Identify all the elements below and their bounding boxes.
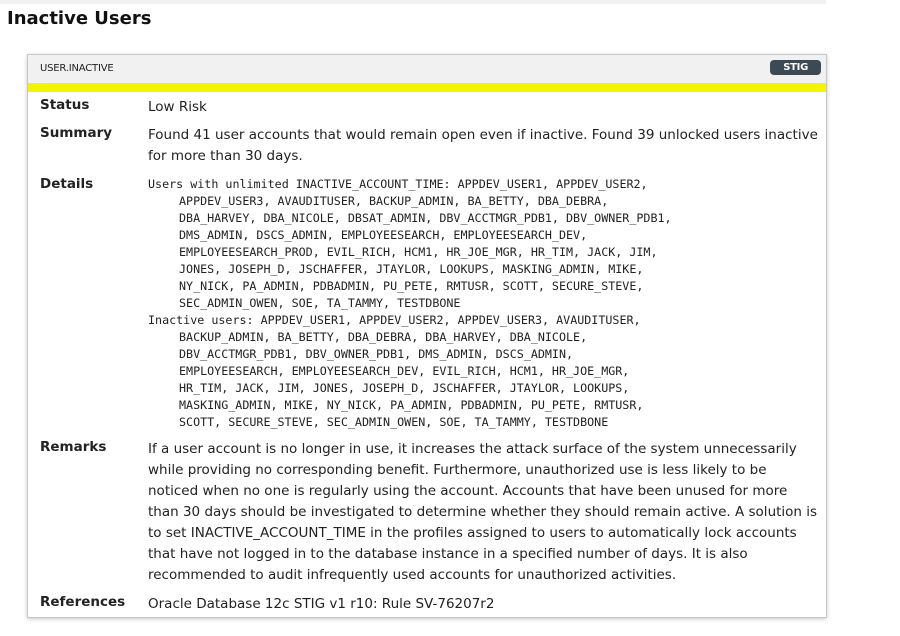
details-line: BACKUP_ADMIN, BA_BETTY, DBA_DEBRA, DBA_H… (179, 330, 588, 344)
status-value: Low Risk (148, 99, 207, 115)
summary-value: Found 41 user accounts that would remain… (148, 127, 818, 164)
finding-id: USER.INACTIVE (40, 63, 114, 74)
details-line: Inactive users: APPDEV_USER1, APPDEV_USE… (148, 313, 641, 327)
remarks-label: Remarks (40, 439, 107, 455)
details-line: DMS_ADMIN, DSCS_ADMIN, EMPLOYEESEARCH, E… (179, 228, 588, 242)
details-line: SCOTT, SECURE_STEVE, SEC_ADMIN_OWEN, SOE… (179, 415, 609, 429)
details-line: DBV_ACCTMGR_PDB1, DBV_OWNER_PDB1, DMS_AD… (179, 347, 574, 361)
stig-badge: STIG (770, 60, 821, 75)
details-line: APPDEV_USER3, AVAUDITUSER, BACKUP_ADMIN,… (179, 194, 609, 208)
details-line: MASKING_ADMIN, MIKE, NY_NICK, PA_ADMIN, … (179, 398, 644, 412)
page-title: Inactive Users (7, 8, 152, 29)
card-header: USER.INACTIVE STIG (28, 55, 826, 84)
risk-stripe (28, 84, 826, 92)
references-value: Oracle Database 12c STIG v1 r10: Rule SV… (148, 596, 495, 612)
remarks-value: If a user account is no longer in use, i… (148, 441, 818, 583)
details-line: DBA_HARVEY, DBA_NICOLE, DBSAT_ADMIN, DBV… (179, 211, 672, 225)
details-line: NY_NICK, PA_ADMIN, PDBADMIN, PU_PETE, RM… (179, 279, 644, 293)
finding-card: USER.INACTIVE STIG Status Low Risk Summa… (27, 54, 827, 618)
references-label: References (40, 594, 126, 610)
details-line: JONES, JOSEPH_D, JSCHAFFER, JTAYLOR, LOO… (179, 262, 644, 276)
details-line: EMPLOYEESEARCH_PROD, EVIL_RICH, HCM1, HR… (179, 245, 658, 259)
details-value: Users with unlimited INACTIVE_ACCOUNT_TI… (148, 176, 818, 431)
status-label: Status (40, 97, 90, 113)
details-label: Details (40, 176, 94, 192)
top-strip (0, 0, 826, 4)
details-line: HR_TIM, JACK, JIM, JONES, JOSEPH_D, JSCH… (179, 381, 630, 395)
details-line: Users with unlimited INACTIVE_ACCOUNT_TI… (148, 177, 648, 191)
details-line: SEC_ADMIN_OWEN, SOE, TA_TAMMY, TESTDBONE (179, 296, 461, 310)
details-line: EMPLOYEESEARCH, EMPLOYEESEARCH_DEV, EVIL… (179, 364, 630, 378)
summary-label: Summary (40, 125, 113, 141)
